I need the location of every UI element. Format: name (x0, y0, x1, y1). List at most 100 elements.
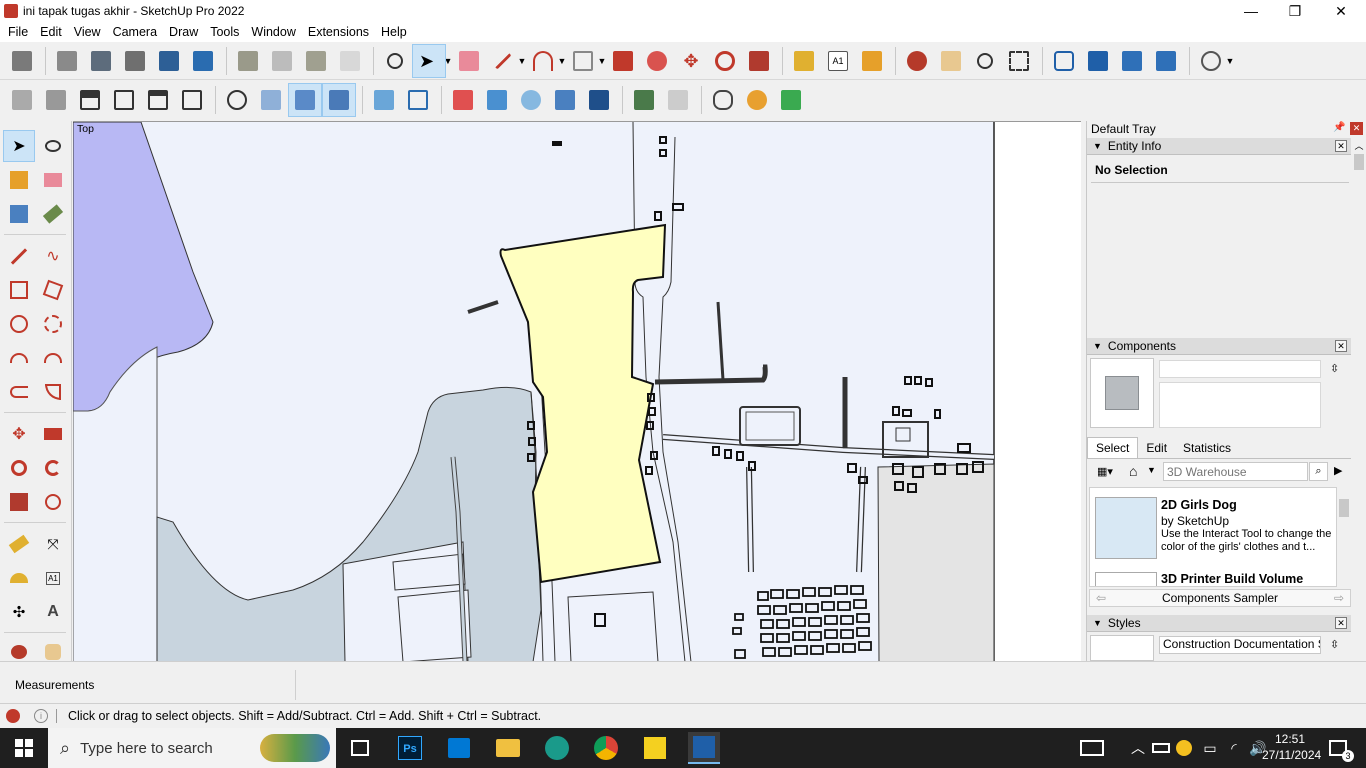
component-thumbnail[interactable] (1095, 497, 1157, 559)
geo-location-button[interactable] (741, 84, 773, 116)
maximize-button[interactable]: ❐ (1272, 0, 1318, 22)
style-shaded-button[interactable] (300, 45, 332, 77)
entity-info-header[interactable]: ▼ Entity Info ✕ (1087, 138, 1351, 155)
left-view-button[interactable] (176, 84, 208, 116)
groups-button[interactable] (119, 45, 151, 77)
menu-camera[interactable]: Camera (107, 25, 163, 39)
home-icon[interactable]: ⌂ (1129, 463, 1137, 479)
move-button[interactable]: ✥ (675, 45, 707, 77)
menu-draw[interactable]: Draw (163, 25, 204, 39)
arc-button[interactable] (527, 45, 559, 77)
back-view-button[interactable] (142, 84, 174, 116)
rotated-rectangle-tool[interactable] (38, 275, 68, 305)
close-button[interactable]: ✕ (1318, 0, 1364, 22)
tag-tool[interactable] (38, 199, 68, 229)
house-blue-button[interactable] (153, 45, 185, 77)
section-plane-button[interactable] (221, 84, 253, 116)
menu-help[interactable]: Help (375, 25, 413, 39)
solid-inspector-button[interactable] (775, 84, 807, 116)
notifications-icon[interactable]: 3 (1322, 732, 1354, 764)
pie-tool[interactable] (38, 377, 68, 407)
view-options-icon[interactable]: ▦▾ (1097, 465, 1113, 478)
follow-me-button[interactable] (641, 45, 673, 77)
scale-tool[interactable] (4, 487, 34, 517)
nav-dropdown-icon[interactable]: ▼ (1147, 465, 1156, 475)
arc-tool[interactable] (4, 343, 34, 373)
eraser-tool[interactable] (38, 165, 68, 195)
xray-button[interactable] (255, 84, 287, 116)
style-xray-button[interactable] (232, 45, 264, 77)
model-info-button[interactable] (6, 45, 38, 77)
rectangle-button[interactable] (567, 45, 599, 77)
warehouse-button[interactable] (1048, 45, 1080, 77)
component-item-name[interactable]: 3D Printer Build Volume (1161, 572, 1303, 586)
task-view-icon[interactable] (344, 732, 376, 764)
minimize-button[interactable]: — (1228, 0, 1274, 22)
sandbox-stamp-button[interactable] (447, 84, 479, 116)
lasso-tool[interactable] (38, 131, 68, 161)
tab-statistics[interactable]: Statistics (1175, 438, 1239, 458)
text-tool[interactable]: A1 (38, 563, 68, 593)
account-button[interactable] (1195, 45, 1227, 77)
rotate-tool[interactable] (4, 453, 34, 483)
sandbox-flip-button[interactable] (549, 84, 581, 116)
offset-tool[interactable] (38, 487, 68, 517)
house-blue2-button[interactable] (187, 45, 219, 77)
edge-icon[interactable] (541, 732, 573, 764)
3d-text-tool[interactable]: A (38, 597, 68, 627)
style-name-field[interactable]: Construction Documentation Sty (1159, 636, 1321, 654)
component-item-name[interactable]: 2D Girls Dog (1161, 498, 1237, 512)
menu-window[interactable]: Window (245, 25, 301, 39)
front-view-button[interactable] (74, 84, 106, 116)
solid-tools-button[interactable] (707, 84, 739, 116)
tape-measure-tool[interactable] (4, 529, 34, 559)
eraser-button[interactable] (453, 45, 485, 77)
panel-close-icon[interactable]: ✕ (1335, 140, 1347, 152)
zoom-extents-button[interactable] (379, 45, 411, 77)
photoshop-icon[interactable]: Ps (394, 732, 426, 764)
menu-tools[interactable]: Tools (204, 25, 245, 39)
panel-close-icon[interactable]: ✕ (1335, 340, 1347, 352)
paint-bucket-tool[interactable] (4, 165, 34, 195)
details-arrow-icon[interactable]: ▶ (1334, 464, 1342, 477)
search-icon[interactable]: ⌕ (1309, 462, 1328, 481)
rectangle-tool[interactable] (4, 275, 34, 305)
site-plan-drawing[interactable] (73, 122, 1081, 661)
taskbar-clock[interactable]: 12:51 27/11/2024 (1262, 731, 1321, 763)
pin-icon[interactable]: 📌 (1333, 122, 1345, 133)
orbit-button[interactable] (901, 45, 933, 77)
sandbox-contours-button[interactable] (583, 84, 615, 116)
scrollbar-thumb[interactable] (1339, 499, 1349, 517)
toggle-terrain-button[interactable] (662, 84, 694, 116)
styles-header[interactable]: ▼ Styles ✕ (1087, 615, 1351, 632)
push-pull-button[interactable] (607, 45, 639, 77)
sandbox-smoove-button[interactable] (368, 84, 400, 116)
iso-view-button[interactable] (51, 45, 83, 77)
sketchup-taskbar-icon[interactable] (688, 732, 720, 764)
style-detail-toggle-icon[interactable]: ⇳ (1330, 638, 1339, 651)
push-pull-tool[interactable] (38, 419, 68, 449)
select-tool-button[interactable]: ➤ (412, 43, 446, 78)
component-list-scrollbar[interactable] (1337, 487, 1351, 587)
component-name-field[interactable] (1159, 360, 1321, 378)
scale-button[interactable] (743, 45, 775, 77)
forward-arrow-icon[interactable]: ⇨ (1334, 591, 1344, 605)
shaded-textures-button[interactable] (322, 83, 356, 117)
sticky-notes-icon[interactable] (639, 732, 671, 764)
tray-close-icon[interactable]: ✕ (1350, 122, 1363, 135)
dimension-tool[interactable]: ⤧ (38, 529, 68, 559)
paint-bucket-button[interactable] (856, 45, 888, 77)
component-description-field[interactable] (1159, 382, 1321, 428)
panel-close-icon[interactable]: ✕ (1335, 617, 1347, 629)
menu-file[interactable]: File (2, 25, 34, 39)
sandbox-grid-button[interactable] (402, 84, 434, 116)
tab-edit[interactable]: Edit (1138, 438, 1175, 458)
tape-measure-button[interactable] (788, 45, 820, 77)
info-icon[interactable]: i (34, 709, 48, 723)
sampler-label[interactable]: Components Sampler (1162, 591, 1278, 605)
components-button[interactable] (85, 45, 117, 77)
polygon-tool[interactable] (38, 309, 68, 339)
menu-edit[interactable]: Edit (34, 25, 68, 39)
back-arrow-icon[interactable]: ⇦ (1096, 591, 1106, 605)
measurements-box[interactable]: Measurements (5, 670, 296, 700)
